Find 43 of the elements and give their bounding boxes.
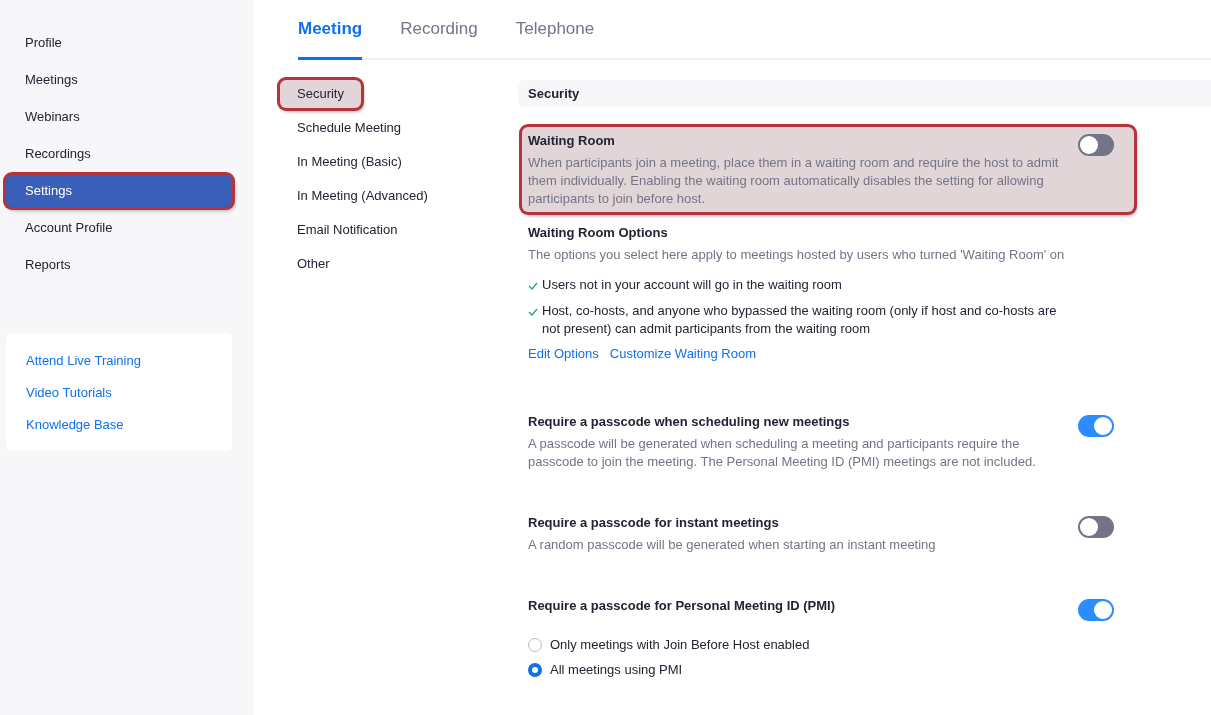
radio-label: Only meetings with Join Before Host enabled — [550, 636, 810, 655]
setting-description: When participants join a meeting, place them in a waiting room and require the host to admit them individually. Enabling the waiting room automatically disables the setting for allowing participants to join before host. — [528, 154, 1060, 208]
sidebar-item[interactable]: Webinars — [6, 101, 232, 133]
sidebar-item[interactable]: Profile — [6, 27, 232, 59]
sidebar-item[interactable]: Recordings — [6, 138, 232, 170]
subnav-item[interactable]: Other — [280, 250, 347, 278]
radio-button[interactable] — [528, 663, 542, 677]
subnav-item[interactable]: Email Notification — [280, 216, 415, 244]
sidebar-item[interactable]: Reports — [6, 249, 232, 281]
tab[interactable]: Telephone — [515, 0, 595, 60]
setting-description: A random passcode will be generated when starting an instant meeting — [528, 535, 937, 554]
sidebar-item[interactable]: Settings — [6, 175, 232, 207]
setting-description: The options you select here apply to meetings hosted by users who turned 'Waiting Room' on — [528, 246, 1066, 264]
option-item: Users not in your account will go in the waiting room — [542, 276, 842, 294]
toggle-switch[interactable] — [1078, 414, 1114, 437]
option-link[interactable]: Edit Options — [528, 344, 599, 364]
setting-title: Require a passcode when scheduling new meetings — [528, 412, 851, 431]
radio-button[interactable] — [528, 638, 542, 652]
toggle-switch[interactable] — [1078, 598, 1114, 621]
subnav-item[interactable]: In Meeting (Advanced) — [280, 182, 445, 210]
tab[interactable]: Meeting — [298, 0, 363, 60]
subnav-item[interactable]: Schedule Meeting — [280, 114, 419, 142]
setting-title: Waiting Room — [528, 132, 616, 150]
toggle-switch[interactable] — [1078, 515, 1114, 538]
setting-title: Require a passcode for Personal Meeting ID (PMI) — [528, 596, 836, 615]
help-link[interactable]: Video Tutorials — [26, 383, 112, 403]
sidebar-item[interactable]: Account Profile — [6, 212, 232, 244]
check-icon — [528, 308, 538, 316]
tab[interactable]: Recording — [400, 0, 478, 60]
subnav-item[interactable]: Security — [280, 80, 361, 108]
section-header: Security — [518, 80, 1211, 107]
sidebar-item[interactable]: Meetings — [6, 64, 232, 96]
option-item: Host, co-hosts, and anyone who bypassed the waiting room (only if host and co-hosts are not present) can admit participants from the waiting room — [542, 302, 1058, 338]
help-link[interactable]: Attend Live Training — [26, 351, 141, 371]
setting-title: Require a passcode for instant meetings — [528, 513, 780, 532]
radio-label: All meetings using PMI — [550, 661, 683, 680]
option-link[interactable]: Customize Waiting Room — [609, 344, 756, 364]
setting-description: A passcode will be generated when scheduling a meeting and participants require the passcode to join the meeting. The Personal Meeting ID (PMI) meetings are not included. — [528, 434, 1037, 471]
toggle-switch[interactable] — [1078, 134, 1114, 156]
subnav-item[interactable]: In Meeting (Basic) — [280, 148, 419, 176]
setting-title: Waiting Room Options — [528, 224, 669, 242]
help-link[interactable]: Knowledge Base — [26, 415, 124, 435]
check-icon — [528, 282, 538, 290]
